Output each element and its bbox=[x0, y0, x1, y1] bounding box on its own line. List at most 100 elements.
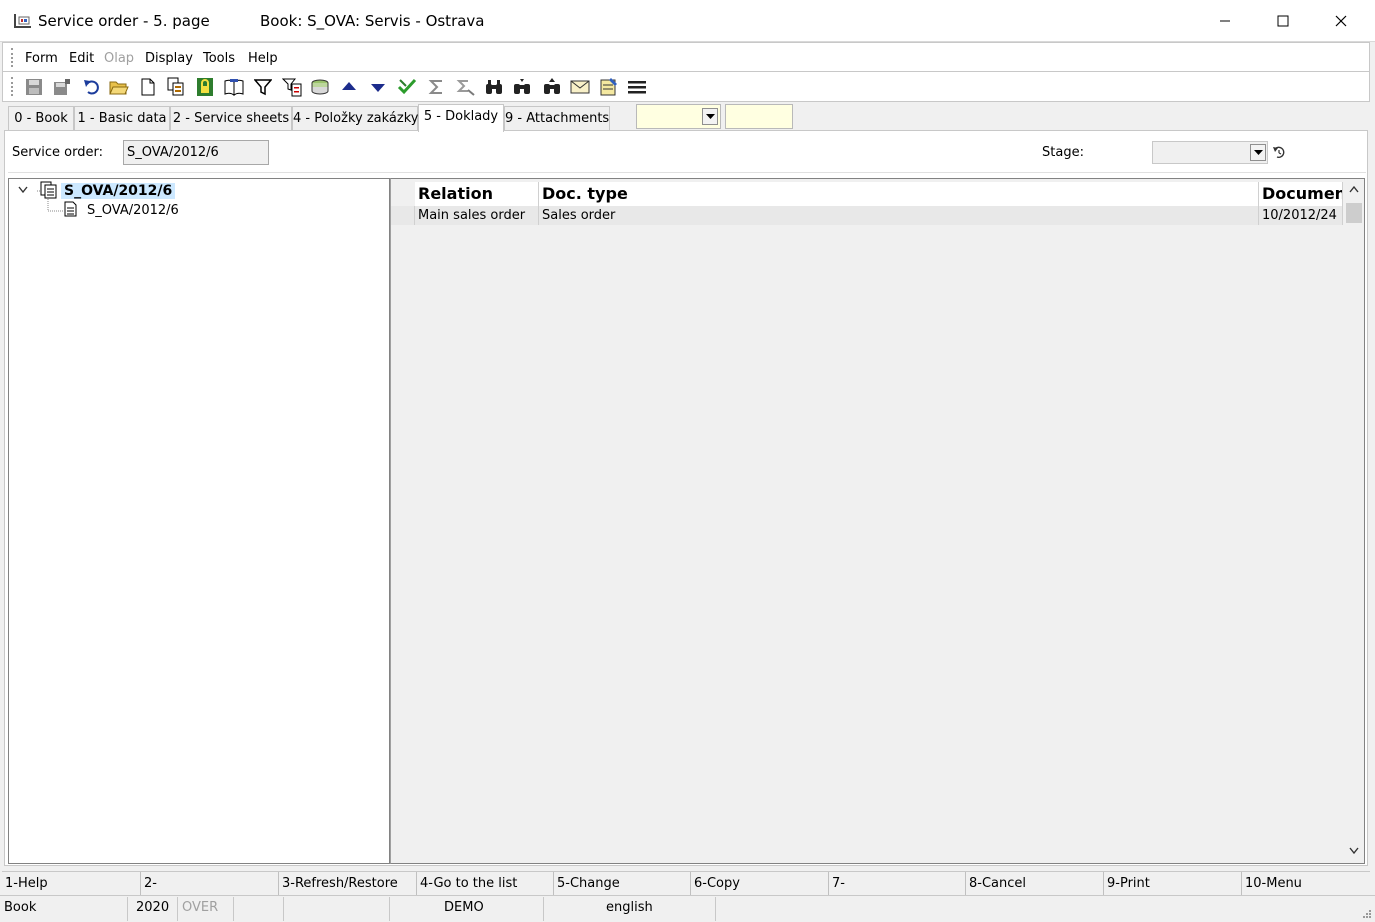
scroll-down-icon[interactable] bbox=[1349, 847, 1359, 854]
sum-icon bbox=[428, 80, 442, 94]
column-header-document[interactable]: Document bbox=[1259, 182, 1343, 206]
filter-list-button[interactable] bbox=[281, 76, 303, 98]
save-as-button[interactable] bbox=[51, 76, 73, 98]
tab-field[interactable] bbox=[725, 104, 793, 129]
menu-help[interactable]: Help bbox=[248, 51, 278, 66]
window-title: Service order - 5. page bbox=[38, 12, 210, 30]
fkey-cancel[interactable]: 8-Cancel bbox=[965, 872, 1103, 896]
fkey-print[interactable]: 9-Print bbox=[1103, 872, 1241, 896]
maximize-button[interactable] bbox=[1254, 0, 1312, 42]
status-year: 2020 bbox=[128, 897, 178, 921]
stage-label: Stage: bbox=[1042, 145, 1084, 160]
status-empty-1 bbox=[234, 897, 284, 921]
tab-polozky-zakazky[interactable]: 4 - Položky zakázky bbox=[292, 106, 418, 131]
toolbar bbox=[2, 72, 1370, 102]
column-header-relation[interactable]: Relation bbox=[415, 182, 539, 206]
row-indicator[interactable] bbox=[391, 206, 415, 225]
table-cell-document[interactable]: 10/2012/24 bbox=[1259, 206, 1343, 225]
service-order-field[interactable]: S_OVA/2012/6 bbox=[123, 140, 269, 165]
email-button[interactable] bbox=[569, 76, 591, 98]
open-button[interactable] bbox=[108, 76, 130, 98]
table-cell-relation[interactable]: Main sales order bbox=[415, 206, 539, 225]
stack-button[interactable] bbox=[309, 76, 331, 98]
tab-book[interactable]: 0 - Book bbox=[8, 106, 74, 131]
envelope-icon bbox=[570, 80, 590, 94]
sum-disabled-icon bbox=[456, 80, 475, 96]
menu-lines-icon bbox=[628, 81, 646, 94]
status-database: DEMO bbox=[390, 897, 544, 921]
new-button[interactable] bbox=[137, 76, 159, 98]
more-button[interactable] bbox=[626, 76, 648, 98]
tree-child-node[interactable]: S_OVA/2012/6 bbox=[87, 201, 179, 221]
tree-child-label: S_OVA/2012/6 bbox=[87, 203, 179, 218]
confirm-button[interactable] bbox=[396, 76, 418, 98]
lock-icon bbox=[197, 78, 213, 96]
fkey-change[interactable]: 5-Change bbox=[553, 872, 690, 896]
find-button[interactable] bbox=[483, 76, 505, 98]
status-bar: Book 2020 OVER DEMO english bbox=[0, 895, 1375, 922]
menu-display[interactable]: Display bbox=[145, 51, 193, 66]
status-empty-2 bbox=[284, 897, 390, 921]
move-down-button[interactable] bbox=[367, 76, 389, 98]
document-tree[interactable]: S_OVA/2012/6 S_OVA/2012/6 bbox=[8, 178, 390, 864]
fkey-menu[interactable]: 10-Menu bbox=[1241, 872, 1370, 896]
documents-grid[interactable]: Relation Doc. type Document Main sales o… bbox=[390, 178, 1365, 864]
scrollbar-thumb[interactable] bbox=[1346, 203, 1362, 223]
move-up-button[interactable] bbox=[338, 76, 360, 98]
fkey-7[interactable]: 7- bbox=[828, 872, 965, 896]
notes-button[interactable] bbox=[598, 76, 620, 98]
tab-attachments[interactable]: 9 - Attachments bbox=[504, 106, 610, 131]
filter-button[interactable] bbox=[252, 76, 274, 98]
toolbar-grip bbox=[11, 77, 14, 96]
menu-olap[interactable]: Olap bbox=[104, 51, 134, 66]
status-book: Book bbox=[0, 897, 128, 921]
scroll-up-icon[interactable] bbox=[1349, 186, 1359, 193]
fkey-go-to-list[interactable]: 4-Go to the list bbox=[416, 872, 553, 896]
chevron-down-icon bbox=[705, 113, 715, 119]
minimize-button[interactable] bbox=[1196, 0, 1254, 42]
close-icon bbox=[1335, 15, 1347, 27]
menu-form[interactable]: Form bbox=[25, 51, 58, 66]
find-previous-button[interactable] bbox=[541, 76, 563, 98]
close-button[interactable] bbox=[1312, 0, 1370, 42]
column-header-doc-type[interactable]: Doc. type bbox=[539, 182, 1259, 206]
resize-grip-icon[interactable] bbox=[1361, 908, 1371, 918]
vertical-scrollbar[interactable] bbox=[1344, 179, 1364, 863]
menu-bar: Form Edit Olap Display Tools Help bbox=[2, 42, 1370, 72]
documents-icon bbox=[37, 181, 57, 199]
sum-button[interactable] bbox=[425, 76, 447, 98]
copy-button[interactable] bbox=[165, 76, 187, 98]
filter-list-icon bbox=[282, 78, 302, 97]
book-button[interactable] bbox=[223, 76, 245, 98]
fkey-help[interactable]: 1-Help bbox=[2, 872, 140, 896]
fkey-copy[interactable]: 6-Copy bbox=[690, 872, 828, 896]
filter-icon bbox=[254, 79, 272, 96]
collapse-icon[interactable] bbox=[18, 186, 28, 194]
tab-service-sheets[interactable]: 2 - Service sheets bbox=[170, 106, 292, 131]
service-order-label: Service order: bbox=[12, 145, 103, 160]
lock-button[interactable] bbox=[194, 76, 216, 98]
document-icon bbox=[47, 199, 77, 217]
status-mode: OVER bbox=[178, 897, 234, 921]
stage-dropdown-button[interactable] bbox=[1250, 144, 1266, 161]
undo-button[interactable] bbox=[80, 76, 102, 98]
copy-icon bbox=[167, 77, 184, 96]
history-icon[interactable] bbox=[1272, 145, 1286, 159]
table-cell-doc-type[interactable]: Sales order bbox=[539, 206, 1259, 225]
save-button[interactable] bbox=[23, 76, 45, 98]
find-next-button[interactable] bbox=[511, 76, 533, 98]
undo-icon bbox=[84, 80, 99, 95]
tab-combo[interactable] bbox=[636, 104, 721, 129]
tab-combo-dropdown-button[interactable] bbox=[702, 108, 718, 125]
tab-basic-data[interactable]: 1 - Basic data bbox=[74, 106, 170, 131]
stage-select[interactable] bbox=[1152, 141, 1268, 164]
binoculars-icon bbox=[486, 80, 502, 94]
fkey-refresh[interactable]: 3-Refresh/Restore bbox=[278, 872, 416, 896]
tree-root-label: S_OVA/2012/6 bbox=[61, 183, 176, 199]
menu-tools[interactable]: Tools bbox=[203, 51, 235, 66]
fkey-2[interactable]: 2- bbox=[140, 872, 278, 896]
menu-edit[interactable]: Edit bbox=[69, 51, 94, 66]
tab-doklady[interactable]: 5 - Doklady bbox=[418, 104, 504, 132]
tree-root-node[interactable]: S_OVA/2012/6 bbox=[61, 181, 176, 201]
sum-selected-button[interactable] bbox=[455, 76, 477, 98]
